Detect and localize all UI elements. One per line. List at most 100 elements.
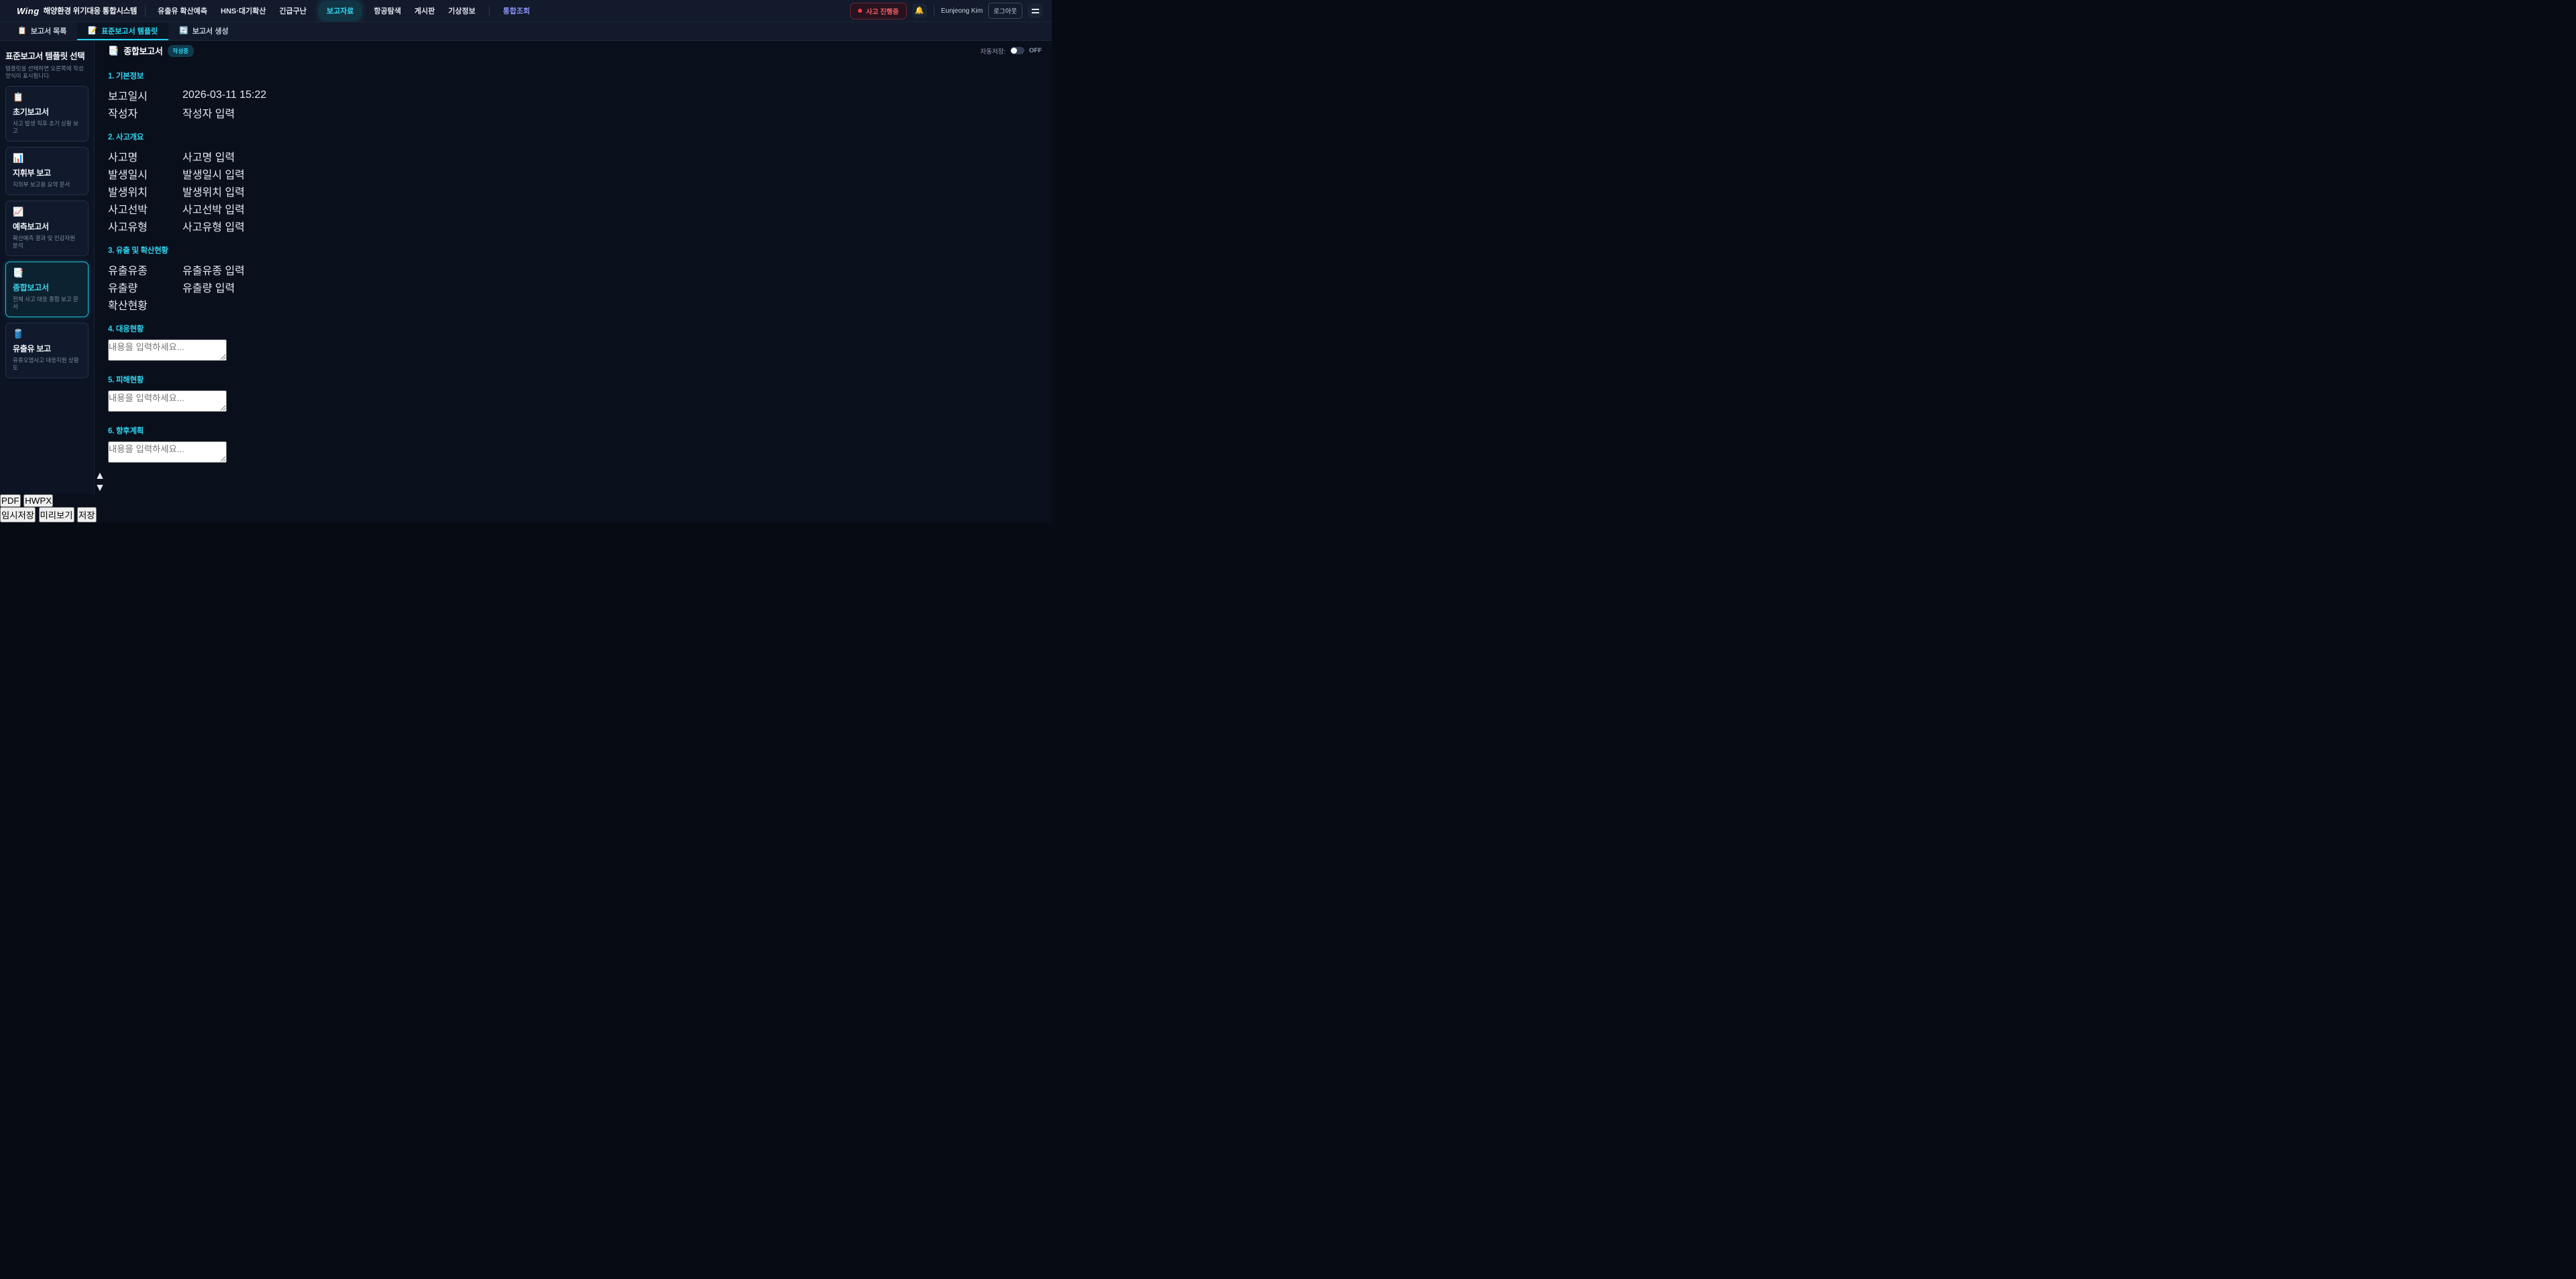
scroll-up-icon[interactable]: ▲ — [95, 470, 1052, 482]
template-sidebar: 표준보고서 템플릿 선택 템플릿을 선택하면 오른쪽에 작성 양식이 표시됩니다… — [0, 41, 95, 494]
export-hwpx-button[interactable]: HWPX — [23, 494, 53, 507]
template-title: 유출유 보고 — [13, 343, 81, 354]
hamburger-icon — [1032, 9, 1039, 13]
damage-status-textarea[interactable] — [108, 390, 227, 412]
incident-status-badge: 사고 진행중 — [850, 3, 907, 19]
template-card-initial-report[interactable]: 📋 초기보고서 사고 발생 직후 초기 상황 보고 — [5, 86, 89, 142]
nav-item-integrated-search[interactable]: 통합조회 — [503, 5, 530, 16]
clipboard-icon: 📋 — [13, 93, 81, 101]
autosave-label: 자동저장: — [980, 46, 1006, 56]
sidebar-title: 표준보고서 템플릿 선택 — [5, 49, 89, 62]
table-row: 사고명 사고명 입력 — [108, 148, 1038, 165]
damage-status-wrap — [108, 390, 1038, 415]
nav-item-board[interactable]: 게시판 — [415, 5, 435, 16]
tab-label: 표준보고서 템플릿 — [101, 25, 158, 36]
template-card-prediction-report[interactable]: 📈 예측보고서 확산예측 결과 및 민감자원 분석 — [5, 201, 89, 256]
autosave-toggle[interactable] — [1010, 47, 1024, 54]
section-heading-damage-status: 5. 피해현황 — [108, 374, 1038, 385]
template-title: 초기보고서 — [13, 106, 81, 117]
preview-button[interactable]: 미리보기 — [39, 507, 74, 522]
section-heading-future-plan: 6. 향후계획 — [108, 425, 1038, 436]
nav-item-emergency-rescue[interactable]: 긴급구난 — [279, 5, 306, 16]
nav-item-hns-diffusion[interactable]: HNS·대기확산 — [221, 5, 266, 16]
section-heading-spill-status: 3. 유출 및 확산현황 — [108, 245, 1038, 256]
nav-item-report-data[interactable]: 보고자료 — [320, 2, 360, 19]
field-label: 보고일시 — [108, 87, 182, 104]
content-row: 표준보고서 템플릿 선택 템플릿을 선택하면 오른쪽에 작성 양식이 표시됩니다… — [0, 41, 1052, 494]
table-row: 발생위치 발생위치 입력 — [108, 182, 1038, 200]
template-card-command-report[interactable]: 📊 지휘부 보고 지휘부 보고용 요약 문서 — [5, 147, 89, 195]
divider — [489, 5, 490, 16]
temp-save-button[interactable]: 임시저장 — [0, 507, 36, 522]
tab-report-list[interactable]: 📋 보고서 목록 — [7, 22, 77, 40]
table-row: 유출량 유출량 입력 — [108, 278, 1038, 296]
scrollbar-track[interactable]: ▲ ▼ — [95, 470, 1052, 494]
basic-info-table: 보고일시 2026-03-11 15:22 작성자 작성자 입력 — [108, 87, 1038, 121]
template-title: 지휘부 보고 — [13, 167, 81, 178]
report-tab-bar: 📋 보고서 목록 📝 표준보고서 템플릿 🔄 보고서 생성 — [0, 22, 1052, 41]
sidebar-subtitle: 템플릿을 선택하면 오른쪽에 작성 양식이 표시됩니다. — [5, 65, 89, 80]
occurrence-datetime-field[interactable]: 발생일시 입력 — [182, 165, 1038, 182]
main-nav: 유출유 확산예측 HNS·대기확산 긴급구난 보고자료 항공탐색 게시판 기상정… — [158, 2, 530, 19]
editor-footer-bar: PDF HWPX 임시저장 미리보기 저장 — [0, 494, 1052, 522]
tab-label: 보고서 목록 — [31, 25, 67, 36]
save-button[interactable]: 저장 — [77, 507, 97, 522]
incident-status-label: 사고 진행중 — [866, 6, 899, 16]
spill-status-table: 유출유종 유출유종 입력 유출량 유출량 입력 확산현황 — [108, 261, 1038, 313]
report-form: 1. 기본정보 보고일시 2026-03-11 15:22 작성자 작성자 입력… — [95, 60, 1052, 470]
nav-item-weather-info[interactable]: 기상정보 — [448, 5, 475, 16]
table-row: 사고유형 사고유형 입력 — [108, 217, 1038, 235]
notification-bell-button[interactable]: 🔔 — [912, 3, 927, 18]
wing-logo: Wing — [17, 6, 40, 16]
tab-standard-report-template[interactable]: 📝 표준보고서 템플릿 — [77, 22, 168, 40]
response-status-textarea[interactable] — [108, 339, 227, 361]
bar-chart-icon: 📊 — [13, 154, 81, 162]
table-row: 유출유종 유출유종 입력 — [108, 261, 1038, 278]
tab-report-generate[interactable]: 🔄 보고서 생성 — [168, 22, 239, 40]
logout-button[interactable]: 로그아웃 — [988, 3, 1022, 19]
draft-status-badge: 작성중 — [168, 45, 194, 57]
status-dot-icon — [858, 9, 862, 13]
field-label: 유출유종 — [108, 261, 182, 278]
field-label: 작성자 — [108, 104, 182, 121]
top-navigation-bar: Wing 해양환경 위기대응 통합시스템 유출유 확산예측 HNS·대기확산 긴… — [0, 0, 1052, 22]
scroll-down-icon[interactable]: ▼ — [95, 482, 1052, 494]
occurrence-location-field[interactable]: 발생위치 입력 — [182, 182, 1038, 200]
template-card-comprehensive-report[interactable]: 📑 종합보고서 전체 사고 대응 종합 보고 문서 — [5, 262, 89, 317]
oil-type-field[interactable]: 유출유종 입력 — [182, 261, 1038, 278]
editor-title: 종합보고서 — [123, 44, 162, 57]
field-label: 발생일시 — [108, 165, 182, 182]
incident-overview-table: 사고명 사고명 입력 발생일시 발생일시 입력 발생위치 발생위치 입력 사고선… — [108, 148, 1038, 235]
incident-vessel-field[interactable]: 사고선박 입력 — [182, 200, 1038, 217]
autosave-state: OFF — [1029, 47, 1042, 54]
author-field[interactable]: 작성자 입력 — [182, 104, 1038, 121]
hamburger-menu-button[interactable] — [1028, 3, 1042, 18]
field-label: 유출량 — [108, 278, 182, 296]
template-title: 예측보고서 — [13, 221, 81, 232]
autosave-control: 자동저장: OFF — [980, 46, 1042, 56]
export-pdf-button[interactable]: PDF — [0, 494, 21, 507]
table-row: 작성자 작성자 입력 — [108, 104, 1038, 121]
template-desc: 지휘부 보고용 요약 문서 — [13, 181, 81, 188]
section-heading-incident-overview: 2. 사고개요 — [108, 131, 1038, 142]
section-heading-basic-info: 1. 기본정보 — [108, 70, 1038, 81]
app-title: 해양환경 위기대응 통합시스템 — [44, 5, 137, 16]
bell-icon: 🔔 — [915, 7, 924, 15]
oil-drum-icon: 🛢️ — [13, 329, 81, 338]
template-card-oil-spill-report[interactable]: 🛢️ 유출유 보고 유류오염사고 대응지원 상황도 — [5, 323, 89, 378]
report-editor: 📑 종합보고서 작성중 자동저장: OFF 1. 기본정보 보고일시 — [95, 41, 1052, 494]
future-plan-textarea[interactable] — [108, 441, 227, 463]
nav-item-aerial-search[interactable]: 항공탐색 — [374, 5, 400, 16]
template-desc: 확산예측 결과 및 민감자원 분석 — [13, 235, 81, 249]
diffusion-status-field[interactable] — [182, 296, 1038, 313]
incident-type-field[interactable]: 사고유형 입력 — [182, 217, 1038, 235]
spill-amount-field[interactable]: 유출량 입력 — [182, 278, 1038, 296]
brand: Wing 해양환경 위기대응 통합시스템 — [0, 5, 137, 16]
report-datetime-field[interactable]: 2026-03-11 15:22 — [182, 87, 1038, 104]
incident-name-field[interactable]: 사고명 입력 — [182, 148, 1038, 165]
nav-item-oil-spill-prediction[interactable]: 유출유 확산예측 — [158, 5, 207, 16]
template-desc: 사고 발생 직후 초기 상황 보고 — [13, 120, 81, 135]
table-row: 확산현황 — [108, 296, 1038, 313]
template-desc: 유류오염사고 대응지원 상황도 — [13, 357, 81, 372]
tab-label: 보고서 생성 — [193, 25, 229, 36]
